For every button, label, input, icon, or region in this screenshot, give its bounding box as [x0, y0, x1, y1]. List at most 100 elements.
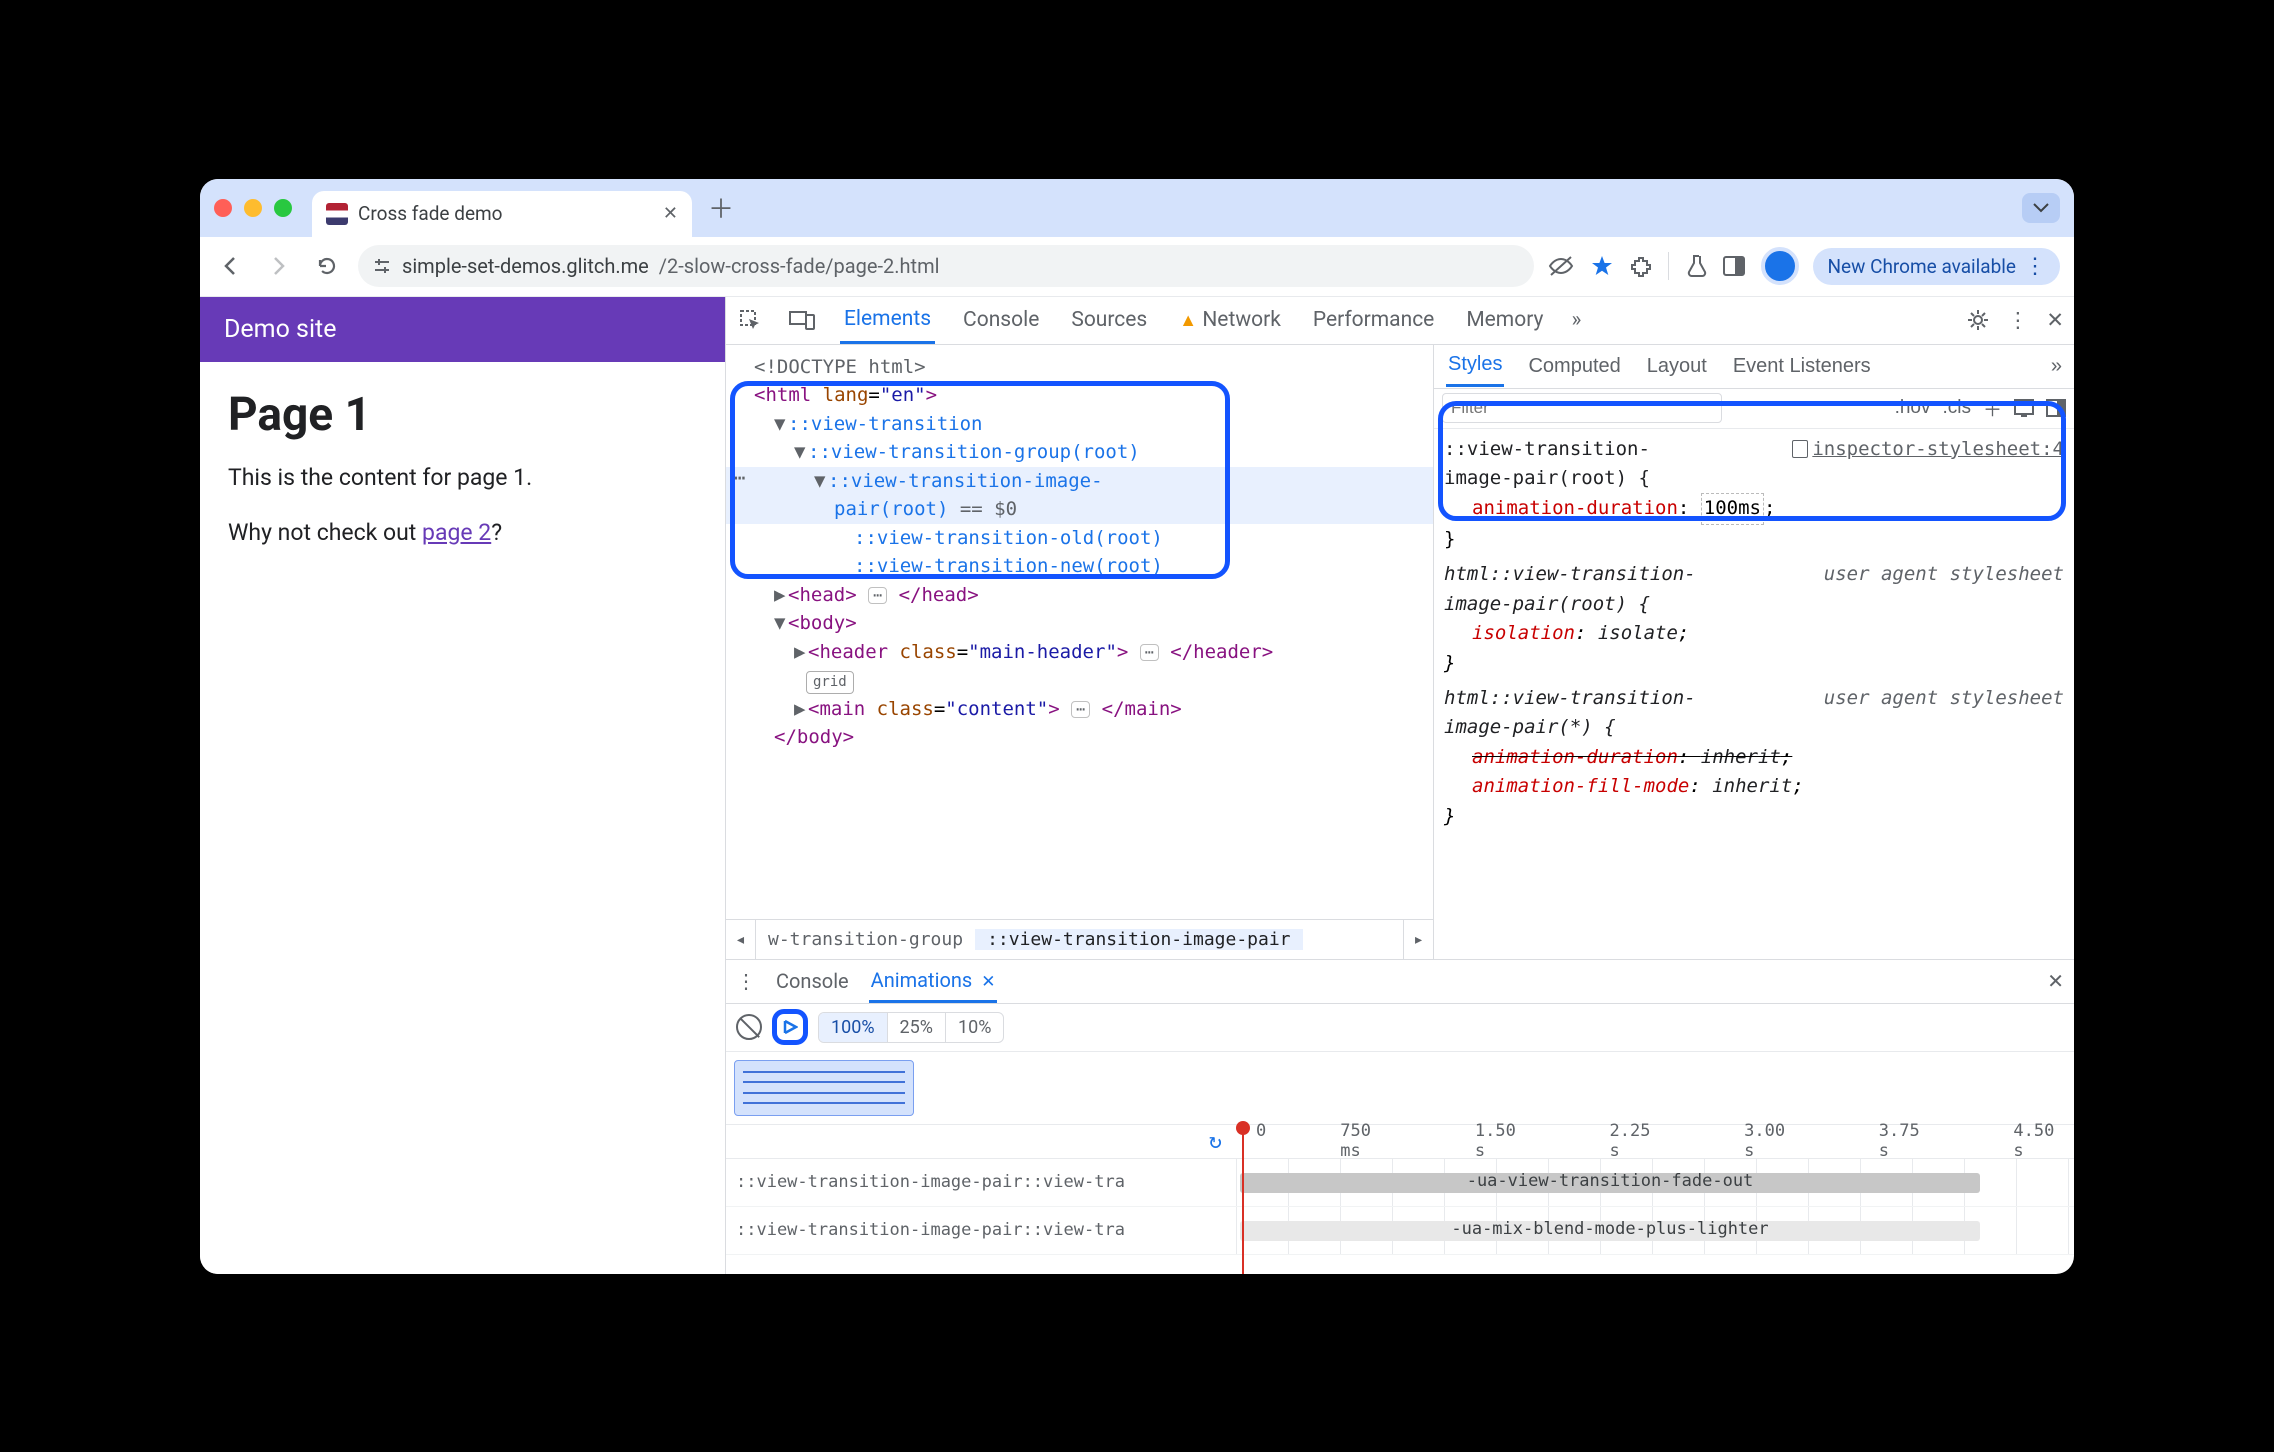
dom-tree[interactable]: <!DOCTYPE html> <html lang="en"> ▼::view…: [726, 345, 1433, 919]
styles-rules[interactable]: inspector-stylesheet:4::view-transition-…: [1434, 429, 2074, 838]
drawer-menu-icon[interactable]: ⋮: [736, 969, 756, 993]
reload-button[interactable]: [310, 249, 344, 283]
speed-100[interactable]: 100%: [819, 1013, 888, 1042]
tick-4: 3.00 s: [1744, 1121, 1805, 1161]
animation-group-thumb[interactable]: [734, 1060, 914, 1116]
rule2-prop[interactable]: isolation: isolate;: [1444, 619, 2064, 648]
close-tab-icon[interactable]: ✕: [663, 203, 678, 224]
devtools-body: <!DOCTYPE html> <html lang="en"> ▼::view…: [726, 345, 2074, 959]
playhead[interactable]: [1242, 1125, 1244, 1274]
vt-group-line[interactable]: ▼::view-transition-group(root): [726, 438, 1433, 467]
vt-line[interactable]: ▼::view-transition: [726, 410, 1433, 439]
hov-toggle[interactable]: :hov: [1895, 397, 1931, 419]
devtools-more-icon[interactable]: ⋮: [2007, 308, 2028, 333]
tab-memory[interactable]: Memory: [1462, 298, 1547, 342]
speed-25[interactable]: 25%: [888, 1013, 946, 1042]
rule3-prop1[interactable]: animation-duration: inherit;: [1444, 743, 2064, 772]
devtools-close-icon[interactable]: ✕: [2046, 308, 2064, 333]
maximize-window-button[interactable]: [274, 199, 292, 217]
p2-suffix: ?: [491, 519, 502, 546]
tab-sources[interactable]: Sources: [1067, 298, 1151, 342]
settings-gear-icon[interactable]: [1967, 309, 1989, 331]
rule3-prop2[interactable]: animation-fill-mode: inherit;: [1444, 772, 2064, 801]
profile-avatar[interactable]: [1761, 247, 1799, 285]
overflow-dots-icon[interactable]: ⋯: [734, 467, 745, 489]
close-window-button[interactable]: [214, 199, 232, 217]
page2-link[interactable]: page 2: [422, 519, 491, 546]
extensions-icon[interactable]: [1630, 255, 1652, 277]
head-line[interactable]: ▶<head> ⋯ </head>: [726, 581, 1433, 610]
timeline-row-2[interactable]: ::view-transition-image-pair::view-tra -…: [726, 1207, 2074, 1255]
replay-icon[interactable]: ↻: [1209, 1129, 1222, 1154]
crumb-2[interactable]: ::view-transition-image-pair: [975, 929, 1302, 950]
vt-image-pair-line[interactable]: ▼::view-transition-image-: [726, 467, 1433, 496]
drawer-close-icon[interactable]: ✕: [2047, 969, 2064, 993]
new-tab-button[interactable]: ＋: [708, 189, 734, 226]
drawer-animations-tab[interactable]: Animations ✕: [869, 960, 998, 1003]
body-close-line[interactable]: </body>: [726, 723, 1433, 752]
crumb-1[interactable]: w-transition-group: [756, 929, 975, 950]
crumb-right-icon[interactable]: ▸: [1403, 920, 1433, 959]
device-toggle-icon[interactable]: [788, 310, 816, 330]
body-open-line[interactable]: ▼<body>: [726, 609, 1433, 638]
drawer-console-tab[interactable]: Console: [774, 961, 851, 1001]
vt-image-pair-line-b[interactable]: pair(root) == $0: [726, 495, 1433, 524]
forward-button[interactable]: [262, 249, 296, 283]
update-chrome-button[interactable]: New Chrome available ⋮: [1813, 248, 2060, 285]
vt-new-line[interactable]: ::view-transition-new(root): [726, 552, 1433, 581]
clear-animations-icon[interactable]: [736, 1014, 762, 1040]
cls-toggle[interactable]: .cls: [1942, 397, 1971, 419]
window-chevron-button[interactable]: [2022, 193, 2060, 223]
inspect-icon[interactable]: [736, 309, 764, 331]
tabs-overflow-icon[interactable]: »: [1571, 308, 1581, 332]
visibility-off-icon[interactable]: [1548, 255, 1574, 277]
panel-icon[interactable]: [1723, 256, 1745, 276]
browser-tab[interactable]: Cross fade demo ✕: [312, 191, 692, 237]
rule1-source[interactable]: inspector-stylesheet:4: [1792, 435, 2064, 464]
speed-10[interactable]: 10%: [946, 1013, 1003, 1042]
row1-bar-label: -ua-view-transition-fade-out: [1467, 1171, 1754, 1191]
main-area: Demo site Page 1 This is the content for…: [200, 297, 2074, 1274]
labs-icon[interactable]: [1685, 254, 1707, 278]
back-button[interactable]: [214, 249, 248, 283]
styles-tab-styles[interactable]: Styles: [1446, 345, 1504, 387]
bookmark-star-icon[interactable]: [1590, 254, 1614, 278]
tab-performance[interactable]: Performance: [1309, 298, 1438, 342]
animation-timeline[interactable]: ↻ 0 750 ms 1.50 s 2.25 s 3.00 s 3.75 s 4…: [726, 1124, 2074, 1274]
tab-network[interactable]: ▲ Network: [1175, 298, 1285, 342]
doctype-line[interactable]: <!DOCTYPE html>: [726, 353, 1433, 382]
vt-old-line[interactable]: ::view-transition-old(root): [726, 524, 1433, 553]
styles-tab-computed[interactable]: Computed: [1526, 347, 1622, 386]
device-icon[interactable]: [2014, 399, 2034, 417]
site-settings-icon[interactable]: [372, 256, 392, 276]
traffic-lights: [214, 199, 292, 217]
animations-body: ↻ 0 750 ms 1.50 s 2.25 s 3.00 s 3.75 s 4…: [726, 1052, 2074, 1274]
page-body: Page 1 This is the content for page 1. W…: [200, 362, 725, 596]
styles-tab-layout[interactable]: Layout: [1645, 347, 1709, 386]
tick-2: 1.50 s: [1475, 1121, 1536, 1161]
timeline-row-1[interactable]: ::view-transition-image-pair::view-tra -…: [726, 1159, 2074, 1207]
rule1-prop[interactable]: animation-duration: 100ms;: [1444, 493, 2064, 524]
styles-filter-input[interactable]: [1442, 393, 1722, 423]
close-animations-icon[interactable]: ✕: [981, 972, 995, 992]
main-line[interactable]: ▶<main class="content"> ⋯ </main>: [726, 695, 1433, 724]
tab-title: Cross fade demo: [358, 202, 653, 225]
tab-elements[interactable]: Elements: [840, 297, 935, 344]
url-bar[interactable]: simple-set-demos.glitch.me/2-slow-cross-…: [358, 245, 1534, 287]
play-pause-button[interactable]: [772, 1009, 808, 1045]
panel-toggle-icon[interactable]: [2046, 399, 2066, 417]
header-line[interactable]: ▶<header class="main-header"> ⋯ </header…: [726, 638, 1433, 667]
rendered-page: Demo site Page 1 This is the content for…: [200, 297, 725, 1274]
new-rule-icon[interactable]: ＋: [1983, 395, 2002, 422]
crumb-left-icon[interactable]: ◂: [726, 920, 756, 959]
minimize-window-button[interactable]: [244, 199, 262, 217]
styles-overflow-icon[interactable]: »: [2051, 355, 2062, 378]
menu-more-icon[interactable]: ⋮: [2024, 254, 2046, 279]
rule2-selector: html::view-transition-image-pair(root) {: [1444, 563, 1696, 614]
grid-badge[interactable]: grid: [726, 666, 1433, 695]
styles-tabs: Styles Computed Layout Event Listeners »: [1434, 345, 2074, 389]
styles-tab-listeners[interactable]: Event Listeners: [1731, 347, 1873, 386]
devtools-drawer: ⋮ Console Animations ✕ ✕ 100% 25% 10%: [726, 959, 2074, 1274]
tab-console[interactable]: Console: [959, 298, 1043, 342]
html-open-line[interactable]: <html lang="en">: [726, 381, 1433, 410]
